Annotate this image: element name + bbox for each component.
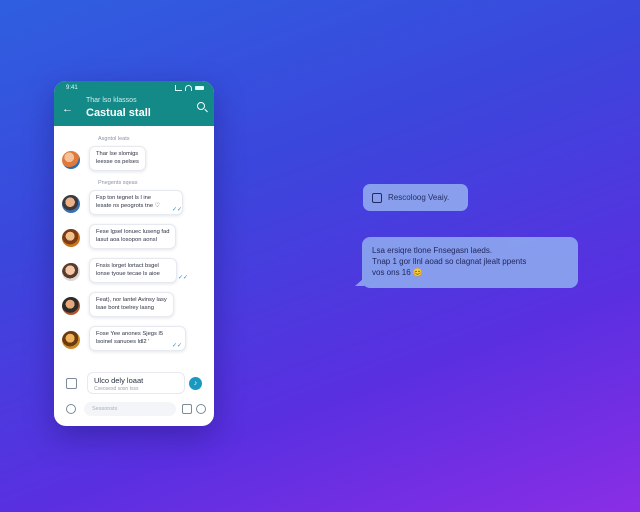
sticker-icon[interactable] — [182, 404, 192, 414]
avatar[interactable] — [62, 331, 80, 349]
read-receipt-icon: ✓✓ — [171, 343, 182, 349]
emoji-icon[interactable] — [196, 404, 206, 414]
draft-preview[interactable]: Ulco dely loaat Cseosesd sosn tsss — [87, 372, 185, 394]
message-text: leesse os pelses — [96, 158, 139, 165]
wifi-icon — [185, 84, 192, 91]
chat-header: ← Thar lso klassos Castual stall — [54, 94, 214, 126]
message-text: Fsp ton tegnet ls l ine — [96, 195, 152, 201]
battery-icon — [195, 85, 204, 90]
message-text: lsoinel sanuoes ldl2 ' — [96, 338, 150, 345]
avatar[interactable] — [62, 195, 80, 213]
notification-label: Rescoloog Veaiy. — [388, 193, 450, 202]
avatar[interactable] — [62, 297, 80, 315]
section-label: Pnegents sqeas — [98, 180, 138, 186]
message-text: Thar lse slomigs — [96, 151, 139, 157]
draft-subtitle: Cseosesd sosn tsss — [94, 386, 139, 392]
section-label: Asgntol leats — [98, 136, 130, 142]
avatar[interactable] — [62, 229, 80, 247]
message-text: Fose Yee anones Sjegs l5 — [96, 331, 164, 337]
status-time: 9:41 — [66, 84, 78, 91]
message-list: Asgntol leats Thar lse slomigs leesse os… — [54, 126, 214, 351]
chat-icon — [372, 192, 382, 203]
composer: Ulco dely loaat Cseosesd sosn tsss ♪ — [62, 371, 202, 395]
notification-pill[interactable]: Rescoloog Veaiy. — [363, 184, 468, 211]
message-row: Fese lgsel lonuec luseng fad lasut aoa l… — [62, 224, 206, 249]
camera-icon[interactable] — [66, 404, 76, 414]
message-bubble: Feat), nor lantel Avinsy lasy lsae bont … — [89, 292, 174, 317]
message-row: Fnsis lorget lortact bsgel lonse tyoue t… — [62, 258, 206, 283]
phone-mockup: 9:41 ← Thar lso klassos Castual stall As… — [54, 81, 214, 426]
message-bubble: Fese lgsel lonuec luseng fad lasut aoa l… — [89, 224, 177, 249]
message-text: Fese lgsel lonuec luseng fad — [96, 229, 170, 235]
preview-line: Lsa ersiqre tlone Fnsegasn laeds. — [372, 246, 493, 255]
read-receipt-icon: ✓✓ — [177, 275, 188, 281]
message-row: Feat), nor lantel Avinsy lasy lsae bont … — [62, 292, 206, 317]
attach-icon[interactable] — [66, 377, 77, 389]
send-icon[interactable]: ♪ — [189, 376, 202, 390]
chat-subtitle: Thar lso klassos — [86, 97, 137, 104]
message-preview-bubble[interactable]: Lsa ersiqre tlone Fnsegasn laeds. Tnap 1… — [355, 237, 578, 288]
status-icons — [175, 84, 204, 91]
signal-icon — [175, 84, 182, 91]
message-text: lsae bont toelrey lasng — [96, 304, 155, 311]
status-bar: 9:41 — [54, 81, 214, 94]
avatar[interactable] — [62, 151, 80, 169]
message-bubble: Fnsis lorget lortact bsgel lonse tyoue t… — [89, 258, 177, 283]
message-bubble: Fsp ton tegnet ls l ine lesate ns peogro… — [89, 190, 183, 215]
message-row: Fsp ton tegnet ls l ine lesate ns peogro… — [62, 190, 206, 215]
avatar[interactable] — [62, 263, 80, 281]
message-text: lonse tyoue tecae ls aioe — [96, 270, 160, 277]
draft-title: Ulco dely loaat — [94, 376, 144, 385]
chat-title: Castual stall — [86, 107, 151, 119]
message-text: Fnsis lorget lortact bsgel — [96, 263, 159, 269]
message-text: Feat), nor lantel Avinsy lasy — [96, 297, 167, 303]
message-input[interactable]: Sessonsts — [84, 402, 176, 416]
message-row: Thar lse slomigs leesse os pelses — [62, 146, 206, 171]
read-receipt-icon: ✓✓ — [171, 207, 182, 213]
message-text: lesate ns peogrots tne ♡ — [96, 202, 160, 209]
search-icon[interactable] — [197, 102, 205, 110]
preview-line: Tnap 1 gor llnl aoad so clagnat jlealt p… — [372, 257, 527, 266]
input-bar: Sessonsts — [62, 401, 206, 417]
preview-line: vos ons 16 😊 — [372, 268, 423, 277]
message-row: Fose Yee anones Sjegs l5 lsoinel sanuoes… — [62, 326, 206, 351]
arrow-left-icon[interactable]: ← — [62, 103, 73, 115]
message-text: lasut aoa losopon aonsl — [96, 236, 157, 243]
message-bubble: Thar lse slomigs leesse os pelses — [89, 146, 146, 171]
